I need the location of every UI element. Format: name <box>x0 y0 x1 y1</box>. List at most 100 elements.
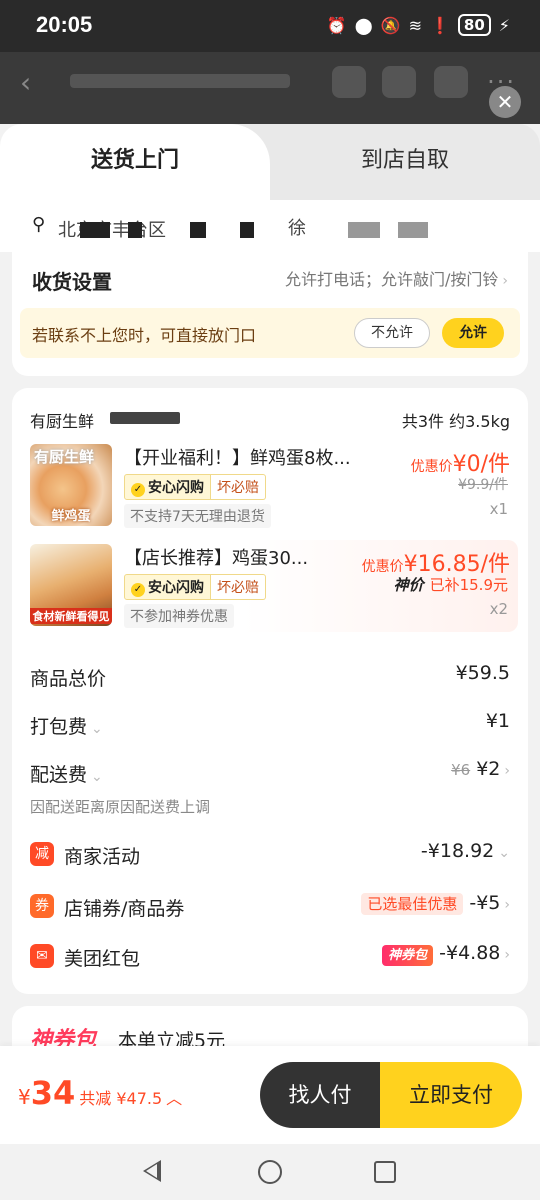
nav-back-icon[interactable] <box>143 1160 161 1182</box>
redaction-block <box>128 222 142 238</box>
original-price: ¥9.9/件 <box>458 477 508 493</box>
find-someone-pay-button[interactable]: 找人付 <box>260 1062 380 1128</box>
shipping-hint: 因配送距离原因配送费上调 <box>30 798 211 816</box>
settings-options[interactable]: 允许打电话；允许敲门/按门铃 › <box>285 266 508 290</box>
redpacket-amount: -¥4.88 <box>439 942 501 964</box>
quantity: x2 <box>489 600 508 618</box>
check-icon: ✓ <box>131 583 145 597</box>
battery-icon: 80 <box>457 14 491 36</box>
dimmed-header: ‹ ··· <box>0 52 540 124</box>
packing-label: 打包费 ⌄ <box>30 712 103 739</box>
nav-home-icon[interactable] <box>258 1160 282 1184</box>
alarm-icon: ⏰ <box>326 15 347 35</box>
merchant-discount-row[interactable]: 减 商家活动 -¥18.92 ⌄ <box>30 838 510 872</box>
location-pin-icon: ⚲ <box>32 214 46 235</box>
badge-main: ✓ 安心闪购 <box>124 474 211 500</box>
address-text: 北京市丰台区 <box>58 220 166 241</box>
total-savings[interactable]: 共减 ¥47.5 <box>79 1089 162 1108</box>
notice-text: 若联系不上您时，可直接放门口 <box>32 326 257 345</box>
chevron-down-icon: ⌄ <box>91 721 103 737</box>
product-name: 【店长推荐】鸡蛋30... <box>124 548 309 569</box>
coupon-icon: 券 <box>30 894 54 918</box>
delivery-settings-card: 收货设置 允许打电话；允许敲门/按门铃 › 若联系不上您时，可直接放门口 不允许 … <box>12 252 528 376</box>
currency-symbol: ¥ <box>18 1085 31 1109</box>
deny-button[interactable]: 不允许 <box>354 318 430 348</box>
order-total: ¥34 共减 ¥47.5 ︿ <box>18 1074 182 1112</box>
redaction-block <box>240 222 254 238</box>
check-icon: ✓ <box>131 483 145 497</box>
mute-icon: 🔕 <box>380 15 401 35</box>
shipping-label: 配送费 ⌄ <box>30 760 103 787</box>
settings-options-text: 允许打电话；允许敲门/按门铃 <box>284 270 499 289</box>
product-name: 【开业福利！】鲜鸡蛋8枚... <box>124 448 351 469</box>
coupon-row[interactable]: 券 店铺券/商品券 已选最佳优惠 -¥5 › <box>30 890 510 924</box>
order-card: 有厨生鲜 共3件 约3.5kg 有厨生鲜 鲜鸡蛋 【开业福利！】鲜鸡蛋8枚...… <box>12 388 528 994</box>
address-row[interactable]: ⚲ 北京市丰台区 徐 <box>0 200 540 252</box>
product-note: 不支持7天无理由退货 <box>124 504 271 528</box>
chevron-right-icon: › <box>502 273 508 289</box>
badge-main: ✓ 安心闪购 <box>124 574 211 600</box>
thumb-caption: 食材新鲜看得见 <box>30 608 112 624</box>
badge-text: 安心闪购 <box>148 580 204 596</box>
list-item[interactable]: 有厨生鲜 鲜鸡蛋 【开业福利！】鲜鸡蛋8枚... ✓ 安心闪购 坏必赔 不支持7天… <box>18 440 518 532</box>
redpacket-row[interactable]: ✉ 美团红包 神券包 -¥4.88 › <box>30 940 510 974</box>
tab-delivery[interactable]: 送货上门 <box>0 124 270 206</box>
merchant-amount: -¥18.92 <box>420 840 495 862</box>
coupon-pack-tag: 神券包 <box>382 945 434 966</box>
tab-pickup[interactable]: 到店自取 <box>270 124 540 206</box>
thumb-brand: 有厨生鲜 <box>34 448 95 466</box>
store-name: 有厨生鲜 <box>30 412 95 431</box>
chevron-right-icon: › <box>504 763 510 779</box>
subtotal-value: ¥59.5 <box>455 662 510 684</box>
wifi-icon: ≋ <box>408 15 422 35</box>
pay-buttons: 找人付 立即支付 <box>260 1062 522 1128</box>
subtotal-row: 商品总价 ¥59.5 <box>30 660 510 694</box>
badge-secondary: 坏必赔 <box>211 574 266 600</box>
subsidy-tag: 神价 <box>393 576 424 594</box>
shipping-label-text: 配送费 <box>30 764 88 786</box>
header-title-blur <box>70 74 290 88</box>
chevron-up-icon[interactable]: ︿ <box>166 1089 182 1108</box>
charging-icon: ⚡ <box>498 15 510 35</box>
packing-value: ¥1 <box>485 710 510 732</box>
packing-label-text: 打包费 <box>30 716 88 738</box>
order-summary: 共3件 约3.5kg <box>401 412 510 431</box>
shipping-fee-row[interactable]: 配送费 ⌄ ¥6 ¥2 › <box>30 756 510 790</box>
status-time: 20:05 <box>36 12 93 37</box>
shipping-original: ¥6 <box>451 761 471 779</box>
redaction-block <box>80 222 110 238</box>
redaction-block <box>398 222 428 238</box>
product-note: 不参加神券优惠 <box>124 604 234 628</box>
product-image: 食材新鲜看得见 <box>30 544 112 626</box>
price-label: 优惠价 <box>361 559 404 575</box>
subtotal-label: 商品总价 <box>30 668 107 690</box>
close-button[interactable]: ✕ <box>489 86 521 118</box>
leave-at-door-notice: 若联系不上您时，可直接放门口 不允许 允许 <box>20 308 520 358</box>
back-icon: ‹ <box>20 66 32 99</box>
nav-recents-icon[interactable] <box>374 1161 396 1183</box>
coupon-amount: -¥5 <box>469 892 501 914</box>
status-bar: 20:05 ⏰ ⬤ 🔕 ≋ ❗ 80 ⚡ <box>0 0 540 52</box>
packing-fee-row[interactable]: 打包费 ⌄ ¥1 <box>30 708 510 742</box>
thumb-caption: 鲜鸡蛋 <box>51 509 91 524</box>
message-icon <box>382 66 416 98</box>
redaction-block <box>348 222 380 238</box>
shipping-amount: ¥2 <box>476 758 501 780</box>
pay-now-button[interactable]: 立即支付 <box>380 1062 522 1128</box>
discount-icon: 减 <box>30 842 54 866</box>
best-offer-tag: 已选最佳优惠 <box>361 893 464 915</box>
list-item[interactable]: 食材新鲜看得见 【店长推荐】鸡蛋30... ✓ 安心闪购 坏必赔 不参加神券优惠 … <box>18 540 518 632</box>
badge-secondary: 坏必赔 <box>211 474 266 500</box>
chevron-down-icon: ⌄ <box>91 769 103 785</box>
coupon-value: 已选最佳优惠 -¥5 › <box>361 892 510 915</box>
chevron-right-icon: › <box>504 947 510 963</box>
allow-button[interactable]: 允许 <box>442 318 504 348</box>
total-amount: 34 <box>30 1074 76 1112</box>
coupon-label: 店铺券/商品券 <box>64 898 185 920</box>
quantity: x1 <box>489 500 508 518</box>
chevron-right-icon: › <box>504 897 510 913</box>
subsidy-info: 神价 已补15.9元 <box>394 574 508 595</box>
merchant-label: 商家活动 <box>64 846 141 868</box>
delivery-mode-tabs: 送货上门 到店自取 <box>0 124 540 206</box>
shipping-value: ¥6 ¥2 › <box>451 758 510 780</box>
